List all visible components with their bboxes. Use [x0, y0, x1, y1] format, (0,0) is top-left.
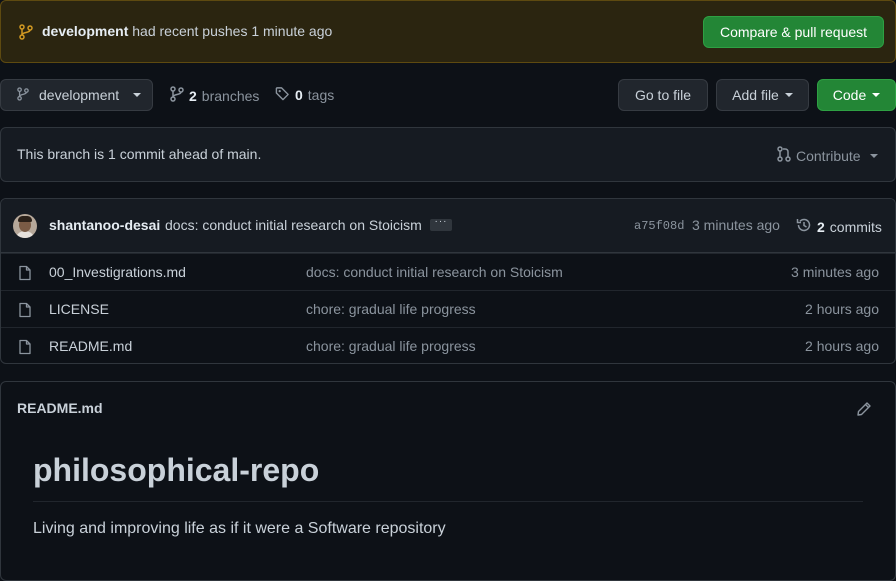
- code-button-label: Code: [832, 87, 867, 103]
- expand-commit-button[interactable]: ···: [430, 217, 452, 231]
- readme-body: Living and improving life as if it were …: [33, 520, 446, 537]
- recent-push-banner: development had recent pushes 1 minute a…: [0, 0, 896, 63]
- tag-icon: [275, 86, 290, 104]
- file-name[interactable]: 00_Investigrations.md: [49, 264, 186, 280]
- tags-count: 0: [295, 87, 303, 103]
- file-commit-message[interactable]: docs: conduct initial research on Stoici…: [306, 264, 563, 280]
- branches-link[interactable]: 2 branches: [170, 86, 259, 105]
- branch-select-button[interactable]: development: [0, 79, 153, 111]
- commit-time: 3 minutes ago: [692, 217, 780, 233]
- push-branch-name[interactable]: development: [42, 23, 128, 39]
- tags-link[interactable]: 0 tags: [275, 86, 334, 104]
- compare-pull-request-button[interactable]: Compare & pull request: [703, 16, 884, 48]
- avatar[interactable]: [13, 214, 37, 238]
- file-list: shantanoo-desai docs: conduct initial re…: [0, 198, 896, 364]
- go-to-file-button[interactable]: Go to file: [618, 79, 708, 111]
- push-message-text: had recent pushes 1 minute ago: [132, 23, 333, 39]
- tags-label: tags: [307, 87, 335, 103]
- add-file-button[interactable]: Add file: [716, 79, 809, 111]
- file-commit-message[interactable]: chore: gradual life progress: [306, 338, 476, 354]
- commit-sha[interactable]: a75f08d: [634, 219, 684, 233]
- file-name[interactable]: README.md: [49, 338, 132, 354]
- pencil-icon[interactable]: [856, 401, 872, 420]
- commits-label: commits: [829, 218, 882, 235]
- branches-count: 2: [189, 87, 197, 104]
- compare-button-label: Compare & pull request: [719, 24, 868, 40]
- commit-author[interactable]: shantanoo-desai: [49, 217, 160, 233]
- contribute-label: Contribute: [796, 147, 861, 164]
- git-pull-request-icon: [777, 146, 791, 165]
- git-branch-icon: [170, 86, 184, 105]
- git-branch-icon: [17, 86, 29, 104]
- chevron-down-icon: [133, 93, 142, 97]
- file-row[interactable]: LICENSE chore: gradual life progress 2 h…: [1, 290, 895, 327]
- git-branch-icon: [19, 24, 33, 43]
- file-icon: [18, 339, 32, 358]
- file-commit-age: 3 minutes ago: [791, 264, 879, 280]
- branch-ahead-box: This branch is 1 commit ahead of main. C…: [0, 127, 896, 182]
- chevron-down-icon: [784, 93, 793, 97]
- contribute-dropdown[interactable]: Contribute: [777, 146, 878, 165]
- commits-history-link[interactable]: 2 commits: [796, 217, 882, 236]
- file-commit-age: 2 hours ago: [805, 338, 879, 354]
- push-message: development had recent pushes 1 minute a…: [42, 23, 332, 39]
- file-icon: [18, 265, 32, 284]
- history-icon: [796, 217, 812, 236]
- file-row[interactable]: 00_Investigrations.md docs: conduct init…: [1, 253, 895, 290]
- readme-panel: README.md philosophical-repo Living and …: [0, 381, 896, 581]
- readme-filename[interactable]: README.md: [17, 400, 103, 416]
- file-icon: [18, 302, 32, 321]
- file-commit-age: 2 hours ago: [805, 301, 879, 317]
- go-to-file-label: Go to file: [634, 87, 692, 103]
- add-file-label: Add file: [732, 87, 779, 103]
- branch-select-label: development: [39, 87, 120, 103]
- file-commit-message[interactable]: chore: gradual life progress: [306, 301, 476, 317]
- code-button[interactable]: Code: [817, 79, 896, 111]
- branch-ahead-text: This branch is 1 commit ahead of main.: [17, 146, 262, 162]
- chevron-down-icon: [869, 153, 878, 158]
- branches-label: branches: [201, 87, 260, 104]
- commits-count: 2: [817, 218, 825, 235]
- chevron-down-icon: [872, 93, 881, 97]
- file-name[interactable]: LICENSE: [49, 301, 109, 317]
- file-row[interactable]: README.md chore: gradual life progress 2…: [1, 327, 895, 363]
- latest-commit-bar: shantanoo-desai docs: conduct initial re…: [1, 199, 895, 253]
- commit-message[interactable]: docs: conduct initial research on Stoici…: [165, 217, 422, 233]
- readme-heading: philosophical-repo: [33, 452, 863, 502]
